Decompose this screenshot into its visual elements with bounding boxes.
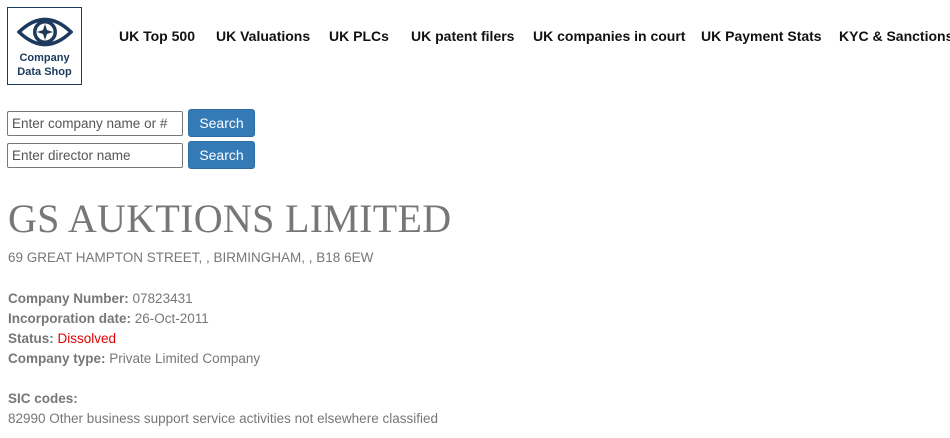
nav-uk-payment-stats[interactable]: UK Payment Stats: [701, 28, 822, 44]
eye-compass-icon: [16, 17, 73, 47]
director-search-row: Search: [7, 141, 255, 169]
company-search-button[interactable]: Search: [188, 109, 255, 137]
company-search-row: Search: [7, 109, 255, 137]
sic-code-item: 82990 Other business support service act…: [8, 411, 438, 426]
company-number-row: Company Number: 07823431: [8, 289, 260, 309]
nav-kyc-sanctions[interactable]: KYC & Sanctions: [839, 28, 950, 44]
sic-codes-label: SIC codes:: [8, 391, 78, 406]
company-type-value: Private Limited Company: [109, 351, 261, 366]
nav-uk-patent-filers[interactable]: UK patent filers: [411, 28, 514, 44]
status-row: Status: Dissolved: [8, 329, 260, 349]
incorporation-date-value: 26-Oct-2011: [134, 311, 209, 326]
company-type-label: Company type:: [8, 351, 106, 366]
incorporation-date-row: Incorporation date: 26-Oct-2011: [8, 309, 260, 329]
nav-uk-top-500[interactable]: UK Top 500: [119, 28, 195, 44]
company-number-label: Company Number:: [8, 291, 129, 306]
logo-text-line1: Company: [19, 52, 70, 64]
logo-text-line2: Data Shop: [17, 66, 72, 78]
nav-uk-plcs[interactable]: UK PLCs: [329, 28, 389, 44]
company-data-shop-logo[interactable]: Company Data Shop: [7, 7, 82, 85]
director-search-input[interactable]: [7, 142, 183, 168]
incorporation-date-label: Incorporation date:: [8, 311, 132, 326]
status-label: Status:: [8, 331, 54, 346]
company-name-heading: GS AUKTIONS LIMITED: [8, 196, 452, 241]
company-type-row: Company type: Private Limited Company: [8, 349, 260, 369]
company-address: 69 GREAT HAMPTON STREET, , BIRMINGHAM, ,…: [8, 250, 374, 265]
director-search-button[interactable]: Search: [188, 141, 255, 169]
company-details: Company Number: 07823431 Incorporation d…: [8, 289, 260, 369]
status-value: Dissolved: [57, 331, 117, 346]
sic-codes-section: SIC codes: 82990 Other business support …: [8, 389, 438, 429]
company-search-input[interactable]: [7, 110, 183, 136]
company-number-value: 07823431: [132, 291, 193, 306]
nav-uk-companies-in-court[interactable]: UK companies in court: [533, 28, 685, 44]
nav-uk-valuations[interactable]: UK Valuations: [216, 28, 310, 44]
